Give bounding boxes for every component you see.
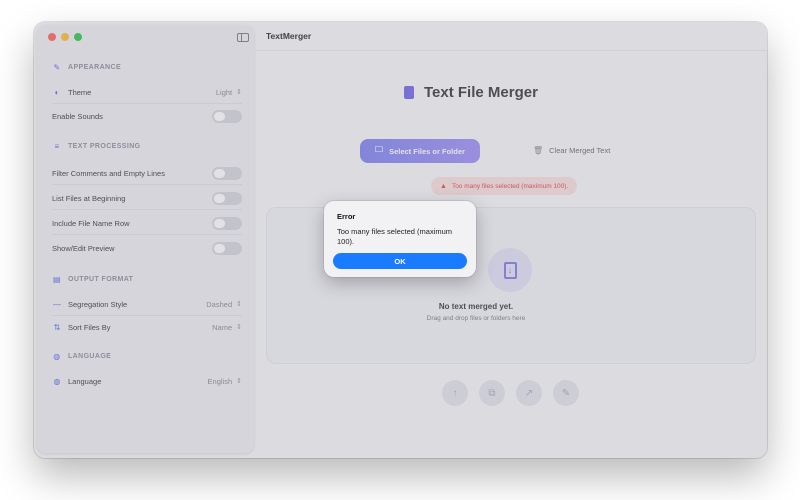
upload-icon[interactable]: ↑ [442, 380, 468, 406]
divider [52, 234, 242, 235]
section-text-processing: ≡ TEXT PROCESSING [52, 142, 141, 151]
error-badge-text: Too many files selected (maximum 100). [451, 182, 569, 190]
include-file-name-row: Include File Name Row [52, 214, 242, 232]
error-badge: ▲ Too many files selected (maximum 100). [431, 177, 578, 195]
sort-arrows-icon: ⇅ [53, 322, 61, 332]
filter-comments-row: Filter Comments and Empty Lines [52, 164, 242, 182]
dash-icon: — [53, 299, 61, 309]
sort-files-label: Sort Files By [68, 322, 111, 332]
sort-files-value: Name [212, 322, 233, 332]
globe-icon: ◍ [53, 352, 61, 361]
section-title: OUTPUT FORMAT [68, 276, 134, 283]
select-files-label: Select Files or Folder [389, 146, 465, 156]
theme-value: Light [215, 87, 233, 97]
sort-files-picker[interactable]: ⇅ Sort Files By Name ⇕ [52, 318, 242, 336]
section-title: LANGUAGE [68, 353, 112, 360]
folder-icon: 🗀 [375, 145, 384, 154]
error-alert-dialog: Error Too many files selected (maximum 1… [324, 201, 476, 277]
alert-ok-button[interactable]: OK [333, 253, 467, 269]
edit-icon[interactable]: ✎ [553, 380, 579, 406]
clear-merged-button[interactable]: 🗑 Clear Merged Text [533, 146, 610, 155]
chevron-updown-icon: ⇕ [236, 89, 242, 96]
language-picker[interactable]: ◍ Language English ⇕ [52, 372, 243, 390]
sidebar-toggle-icon[interactable] [237, 33, 249, 42]
list-files-row: List Files at Beginning [52, 189, 242, 207]
copy-icon[interactable]: ⧉ [479, 380, 505, 406]
document-icon [404, 86, 414, 99]
empty-state-subtitle: Drag and drop files or folders here [426, 315, 526, 322]
list-files-label: List Files at Beginning [52, 193, 126, 203]
segregation-style-label: Segregation Style [68, 299, 128, 309]
window-minimize-button[interactable] [61, 33, 69, 41]
section-output-format: ▤ OUTPUT FORMAT [52, 275, 133, 284]
filter-comments-toggle[interactable] [212, 166, 242, 180]
show-edit-preview-row: Show/Edit Preview [52, 239, 242, 257]
drop-icon-circle: ↓ [488, 248, 532, 292]
language-value: English [207, 376, 233, 386]
alert-message: Too many files selected (maximum 100). [337, 227, 453, 246]
section-title: APPEARANCE [68, 64, 122, 71]
alert-title: Error [337, 212, 356, 221]
theme-label: Theme [68, 87, 92, 97]
document-icon: ▤ [53, 275, 61, 284]
theme-picker[interactable]: ◐ Theme Light ⇕ [52, 83, 242, 101]
chevron-updown-icon: ⇕ [236, 301, 242, 308]
divider [52, 103, 242, 104]
show-edit-preview-label: Show/Edit Preview [52, 243, 115, 253]
enable-sounds-label: Enable Sounds [52, 111, 103, 121]
window-maximize-button[interactable] [74, 33, 82, 41]
paintbrush-icon: ✎ [53, 63, 61, 72]
share-icon[interactable]: ↗ [516, 380, 542, 406]
download-document-icon: ↓ [503, 261, 517, 279]
warning-icon: ▲ [440, 182, 447, 190]
divider [52, 315, 242, 316]
list-icon: ≡ [54, 142, 60, 151]
enable-sounds-toggle[interactable] [212, 109, 242, 123]
toolbar-divider [254, 50, 767, 51]
trash-icon: 🗑 [533, 146, 544, 155]
chevron-updown-icon: ⇕ [236, 324, 242, 331]
divider [52, 209, 242, 210]
enable-sounds-row: Enable Sounds [52, 107, 242, 125]
window-title: TextMerger [266, 31, 312, 41]
empty-state-title: No text merged yet. [438, 302, 514, 311]
section-language: ◍ LANGUAGE [52, 352, 111, 361]
segregation-style-picker[interactable]: — Segregation Style Dashed ⇕ [52, 295, 242, 313]
page-title: Text File Merger [404, 84, 538, 101]
section-title: TEXT PROCESSING [68, 143, 141, 150]
globe-icon: ◍ [53, 376, 61, 386]
include-file-name-label: Include File Name Row [52, 218, 130, 228]
language-label: Language [68, 376, 102, 386]
filter-comments-label: Filter Comments and Empty Lines [52, 168, 165, 178]
window-close-button[interactable] [48, 33, 56, 41]
list-files-toggle[interactable] [212, 191, 242, 205]
select-files-button[interactable]: 🗀 Select Files or Folder [360, 139, 480, 163]
segregation-style-value: Dashed [206, 299, 233, 309]
chevron-updown-icon: ⇕ [236, 378, 242, 385]
clear-merged-label: Clear Merged Text [549, 146, 611, 155]
include-file-name-toggle[interactable] [212, 216, 242, 230]
divider [52, 184, 242, 185]
sidebar: ✎ APPEARANCE ◐ Theme Light ⇕ Enable Soun… [37, 25, 254, 453]
page-title-text: Text File Merger [424, 84, 538, 101]
contrast-icon: ◐ [54, 87, 60, 97]
show-edit-preview-toggle[interactable] [212, 241, 242, 255]
section-appearance: ✎ APPEARANCE [52, 63, 121, 72]
